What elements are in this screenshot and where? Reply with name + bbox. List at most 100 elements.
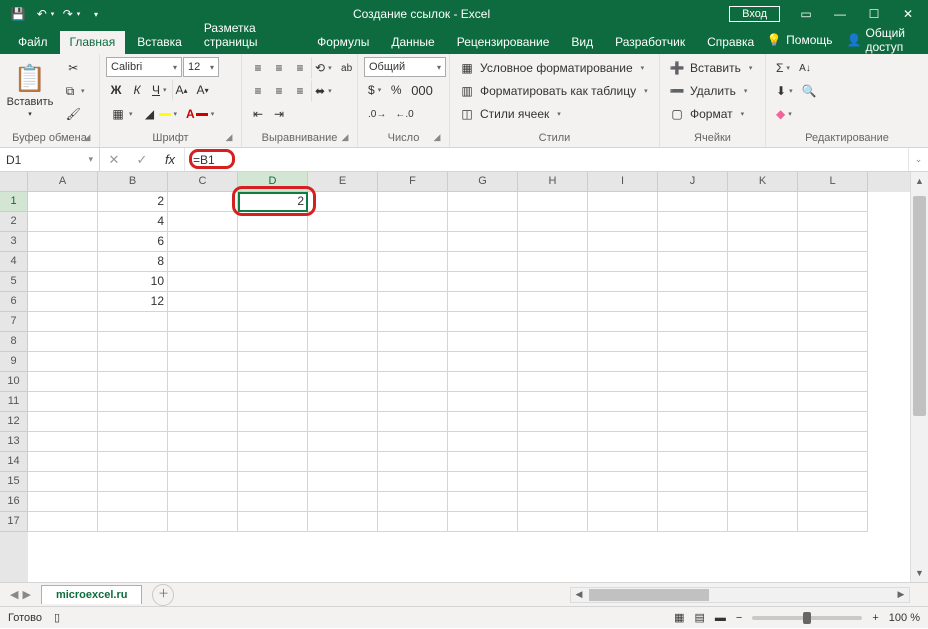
view-page-break-button[interactable]: ▬ (715, 612, 726, 624)
wrap-text-button[interactable]: ab (337, 57, 357, 79)
cell-E10[interactable] (308, 372, 378, 392)
cell-D16[interactable] (238, 492, 308, 512)
font-name-select[interactable]: Calibri▾ (106, 57, 182, 77)
format-painter-button[interactable]: 🖌 (58, 103, 89, 125)
cell-E17[interactable] (308, 512, 378, 532)
scroll-right-button[interactable]: ▶ (893, 589, 909, 600)
cell-G9[interactable] (448, 352, 518, 372)
sheet-tab-active[interactable]: microexcel.ru (41, 585, 143, 604)
cell-H3[interactable] (518, 232, 588, 252)
column-header-B[interactable]: B (98, 172, 168, 192)
cell-I17[interactable] (588, 512, 658, 532)
cell-F1[interactable] (378, 192, 448, 212)
cell-A12[interactable] (28, 412, 98, 432)
close-button[interactable]: ✕ (892, 3, 924, 25)
cell-L10[interactable] (798, 372, 868, 392)
cell-C8[interactable] (168, 332, 238, 352)
shrink-font-button[interactable]: A▾ (193, 79, 213, 101)
cell-D10[interactable] (238, 372, 308, 392)
decrease-indent-button[interactable]: ⇤ (248, 103, 268, 125)
cancel-formula-button[interactable]: ✕ (100, 152, 128, 168)
cell-C7[interactable] (168, 312, 238, 332)
cell-B8[interactable] (98, 332, 168, 352)
zoom-out-button[interactable]: − (736, 612, 742, 624)
cell-B2[interactable]: 4 (98, 212, 168, 232)
cell-K1[interactable] (728, 192, 798, 212)
cell-H15[interactable] (518, 472, 588, 492)
cell-L5[interactable] (798, 272, 868, 292)
cell-A9[interactable] (28, 352, 98, 372)
cell-K9[interactable] (728, 352, 798, 372)
grow-font-button[interactable]: A▴ (172, 79, 192, 101)
cell-E4[interactable] (308, 252, 378, 272)
tab-data[interactable]: Данные (381, 31, 444, 54)
cell-A3[interactable] (28, 232, 98, 252)
cell-D5[interactable] (238, 272, 308, 292)
cell-H17[interactable] (518, 512, 588, 532)
cell-I16[interactable] (588, 492, 658, 512)
cell-A17[interactable] (28, 512, 98, 532)
row-header-7[interactable]: 7 (0, 312, 28, 332)
column-header-F[interactable]: F (378, 172, 448, 192)
hscroll-thumb[interactable] (589, 589, 709, 601)
column-header-J[interactable]: J (658, 172, 728, 192)
cell-F7[interactable] (378, 312, 448, 332)
view-normal-button[interactable]: ▦ (674, 611, 684, 624)
cell-L12[interactable] (798, 412, 868, 432)
cell-H9[interactable] (518, 352, 588, 372)
cell-L17[interactable] (798, 512, 868, 532)
align-middle-button[interactable]: ≡ (269, 57, 289, 79)
cell-F5[interactable] (378, 272, 448, 292)
row-header-14[interactable]: 14 (0, 452, 28, 472)
cell-F16[interactable] (378, 492, 448, 512)
column-header-E[interactable]: E (308, 172, 378, 192)
copy-button[interactable]: ⧉ (58, 80, 89, 102)
cell-I2[interactable] (588, 212, 658, 232)
cell-G14[interactable] (448, 452, 518, 472)
redo-button[interactable]: ↷▾ (58, 3, 82, 25)
cell-G12[interactable] (448, 412, 518, 432)
cell-D12[interactable] (238, 412, 308, 432)
cell-G8[interactable] (448, 332, 518, 352)
clipboard-launcher[interactable]: ◢ (81, 132, 93, 144)
cell-I15[interactable] (588, 472, 658, 492)
cell-J10[interactable] (658, 372, 728, 392)
cell-L9[interactable] (798, 352, 868, 372)
align-center-button[interactable]: ≡ (269, 80, 289, 102)
cell-H14[interactable] (518, 452, 588, 472)
cell-K8[interactable] (728, 332, 798, 352)
cell-B12[interactable] (98, 412, 168, 432)
cell-D13[interactable] (238, 432, 308, 452)
tab-insert[interactable]: Вставка (127, 31, 192, 54)
cell-A16[interactable] (28, 492, 98, 512)
cell-C16[interactable] (168, 492, 238, 512)
horizontal-scrollbar[interactable]: ◀ ▶ (570, 587, 910, 603)
row-header-15[interactable]: 15 (0, 472, 28, 492)
cell-F4[interactable] (378, 252, 448, 272)
cell-F6[interactable] (378, 292, 448, 312)
cell-B9[interactable] (98, 352, 168, 372)
align-top-button[interactable]: ≡ (248, 57, 268, 79)
cell-J1[interactable] (658, 192, 728, 212)
cell-F2[interactable] (378, 212, 448, 232)
format-cells-button[interactable]: ▢Формат (666, 103, 755, 125)
column-header-K[interactable]: K (728, 172, 798, 192)
number-launcher[interactable]: ◢ (431, 132, 443, 144)
cell-A6[interactable] (28, 292, 98, 312)
fill-color-button[interactable]: ◢ (138, 103, 182, 125)
cell-I11[interactable] (588, 392, 658, 412)
column-header-H[interactable]: H (518, 172, 588, 192)
italic-button[interactable]: К (127, 79, 147, 101)
name-box[interactable]: D1▾ (0, 148, 100, 171)
cell-C3[interactable] (168, 232, 238, 252)
cell-C13[interactable] (168, 432, 238, 452)
cell-F17[interactable] (378, 512, 448, 532)
cell-I12[interactable] (588, 412, 658, 432)
cell-H8[interactable] (518, 332, 588, 352)
cell-J12[interactable] (658, 412, 728, 432)
cell-A8[interactable] (28, 332, 98, 352)
column-header-D[interactable]: D (238, 172, 308, 192)
cell-J13[interactable] (658, 432, 728, 452)
cell-A15[interactable] (28, 472, 98, 492)
cell-E11[interactable] (308, 392, 378, 412)
